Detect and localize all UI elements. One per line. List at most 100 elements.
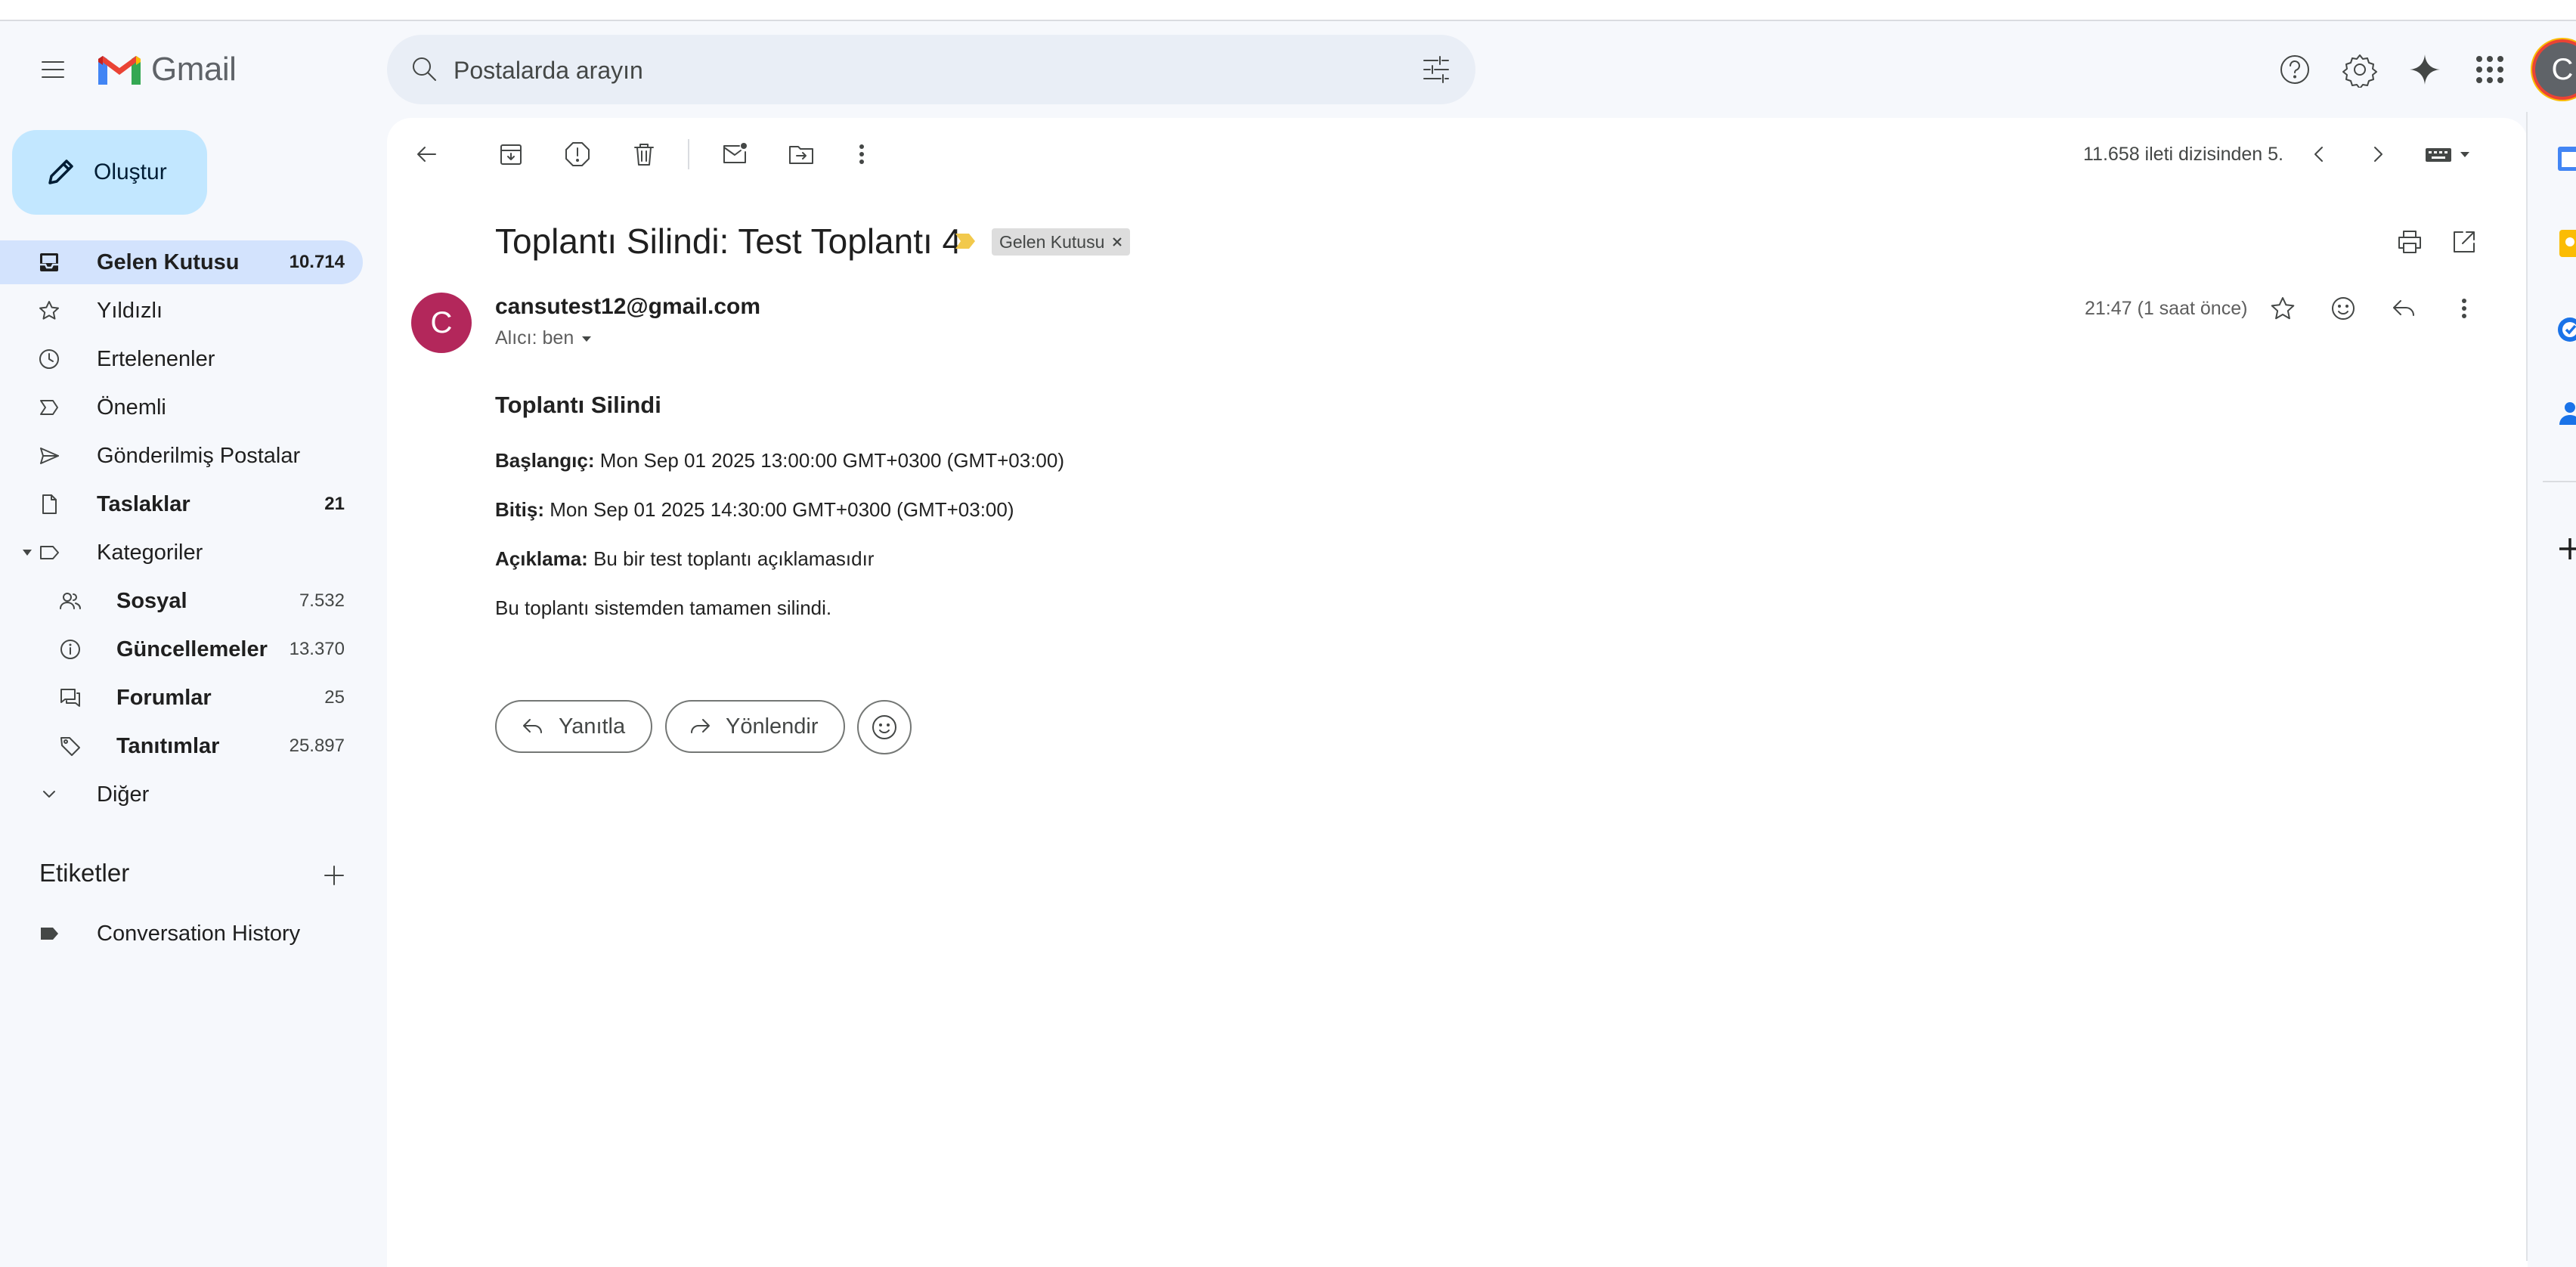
plus-icon	[2559, 538, 2576, 559]
print-button[interactable]	[2390, 222, 2429, 262]
sidebar-item-label: Sosyal	[116, 588, 187, 613]
message-more-button[interactable]	[2444, 289, 2484, 328]
sender-avatar[interactable]: C	[411, 293, 472, 353]
star-button[interactable]	[2263, 289, 2302, 328]
calendar-app-button[interactable]	[2555, 144, 2576, 174]
account-avatar[interactable]: C	[2535, 42, 2576, 97]
gmail-logo[interactable]: Gmail	[95, 47, 237, 92]
app-name: Gmail	[151, 51, 237, 88]
older-button[interactable]	[2358, 135, 2398, 174]
caret-down-icon[interactable]	[21, 547, 33, 558]
gear-icon	[2342, 54, 2377, 88]
caret-down-icon	[582, 336, 592, 342]
more-actions-button[interactable]	[842, 135, 881, 174]
sidebar-item-label: Yıldızlı	[97, 298, 163, 323]
label-filled-icon	[41, 928, 58, 940]
close-icon[interactable]	[1112, 237, 1122, 247]
chevron-right-icon	[2374, 147, 2382, 162]
side-panel-divider	[2526, 112, 2528, 1261]
star-icon	[39, 301, 59, 320]
draft-icon	[42, 494, 57, 514]
settings-button[interactable]	[2337, 47, 2382, 92]
sidebar-item-sent[interactable]: Gönderilmiş Postalar	[0, 434, 363, 478]
delete-button[interactable]	[624, 135, 664, 174]
create-label-button[interactable]	[320, 862, 348, 889]
email-subject: Toplantı Silindi: Test Toplantı 4	[495, 221, 962, 261]
inbox-icon	[40, 253, 58, 271]
reply-label: Yanıtla	[559, 714, 626, 739]
input-tools-button[interactable]	[2419, 135, 2479, 174]
contacts-app-button[interactable]	[2555, 398, 2576, 428]
sidebar-item-promotions[interactable]: Tanıtımlar 25.897	[0, 724, 363, 768]
description-label: Açıklama:	[495, 547, 588, 570]
tasks-app-button[interactable]	[2555, 314, 2576, 345]
search-bar[interactable]	[387, 35, 1475, 104]
search-options-icon[interactable]	[1420, 53, 1453, 86]
archive-button[interactable]	[491, 135, 531, 174]
sidebar-item-more[interactable]: Diğer	[0, 773, 363, 816]
move-folder-icon	[789, 146, 813, 164]
sidebar-item-label: Gönderilmiş Postalar	[97, 443, 301, 468]
important-icon	[40, 400, 58, 415]
reply-icon	[523, 719, 542, 733]
sidebar-item-drafts[interactable]: Taslaklar 21	[0, 482, 363, 526]
recipient-line[interactable]: Alıcı: ben	[495, 327, 593, 349]
sidebar-item-categories[interactable]: Kategoriler	[0, 531, 363, 575]
sparkle-icon	[2410, 54, 2440, 85]
sidebar-item-updates[interactable]: Güncellemeler 13.370	[0, 627, 363, 671]
body-start-line: Başlangıç: Mon Sep 01 2025 13:00:00 GMT+…	[495, 449, 1064, 472]
newer-button[interactable]	[2299, 135, 2339, 174]
open-in-new-icon	[2454, 231, 2475, 252]
unread-count: 10.714	[289, 252, 345, 272]
report-spam-button[interactable]	[558, 135, 597, 174]
back-button[interactable]	[407, 135, 446, 174]
label-chip-text: Gelen Kutusu	[999, 231, 1105, 252]
move-to-button[interactable]	[782, 135, 821, 174]
compose-label: Oluştur	[94, 160, 167, 184]
message-panel	[387, 118, 2528, 1267]
reply-pill-button[interactable]: Yanıtla	[495, 700, 652, 753]
get-addons-button[interactable]	[2555, 534, 2576, 564]
compose-button[interactable]: Oluştur	[12, 130, 207, 215]
send-icon	[40, 448, 59, 464]
mark-unread-button[interactable]	[715, 135, 754, 174]
keep-app-button[interactable]	[2555, 228, 2576, 259]
labels-heading: Etiketler	[39, 859, 130, 887]
sidebar-item-conversation-history[interactable]: Conversation History	[0, 912, 363, 956]
start-label: Başlangıç:	[495, 449, 595, 472]
forward-label: Yönlendir	[726, 714, 819, 739]
reply-button[interactable]	[2384, 289, 2423, 328]
end-label: Bitiş:	[495, 498, 544, 521]
unread-count: 25	[324, 687, 345, 708]
add-reaction-button[interactable]	[2324, 289, 2363, 328]
body-end-line: Bitiş: Mon Sep 01 2025 14:30:00 GMT+0300…	[495, 498, 1014, 522]
unread-count: 25.897	[289, 736, 345, 756]
sidebar-item-inbox[interactable]: Gelen Kutusu 10.714	[0, 240, 363, 284]
important-marker-icon[interactable]	[954, 231, 978, 251]
sender-email[interactable]: cansutest12@gmail.com	[495, 294, 760, 320]
pencil-icon	[48, 160, 73, 184]
tasks-icon	[2558, 318, 2576, 342]
sidebar-item-forums[interactable]: Forumlar 25	[0, 676, 363, 720]
gemini-button[interactable]	[2402, 47, 2448, 92]
emoji-icon	[872, 715, 896, 739]
side-panel-separator	[2543, 481, 2576, 482]
sidebar-item-important[interactable]: Önemli	[0, 386, 363, 429]
open-new-window-button[interactable]	[2444, 222, 2484, 262]
apps-button[interactable]	[2467, 47, 2513, 92]
emoji-reaction-button[interactable]	[857, 700, 912, 754]
forward-pill-button[interactable]: Yönlendir	[665, 700, 845, 753]
more-vert-icon	[2462, 299, 2466, 318]
search-input[interactable]	[452, 50, 1362, 91]
search-icon[interactable]	[407, 51, 443, 88]
main-menu-button[interactable]	[30, 47, 76, 92]
sidebar-item-starred[interactable]: Yıldızlı	[0, 289, 363, 333]
sidebar-item-label: Güncellemeler	[116, 637, 268, 661]
apps-grid-icon	[2476, 56, 2503, 83]
description-value: Bu bir test toplantı açıklamasıdır	[593, 547, 875, 570]
toolbar-divider	[688, 139, 689, 169]
sidebar-item-social[interactable]: Sosyal 7.532	[0, 579, 363, 623]
sidebar-item-snoozed[interactable]: Ertelenenler	[0, 337, 363, 381]
email-time: 21:47 (1 saat önce)	[2085, 298, 2248, 319]
help-button[interactable]	[2272, 47, 2317, 92]
